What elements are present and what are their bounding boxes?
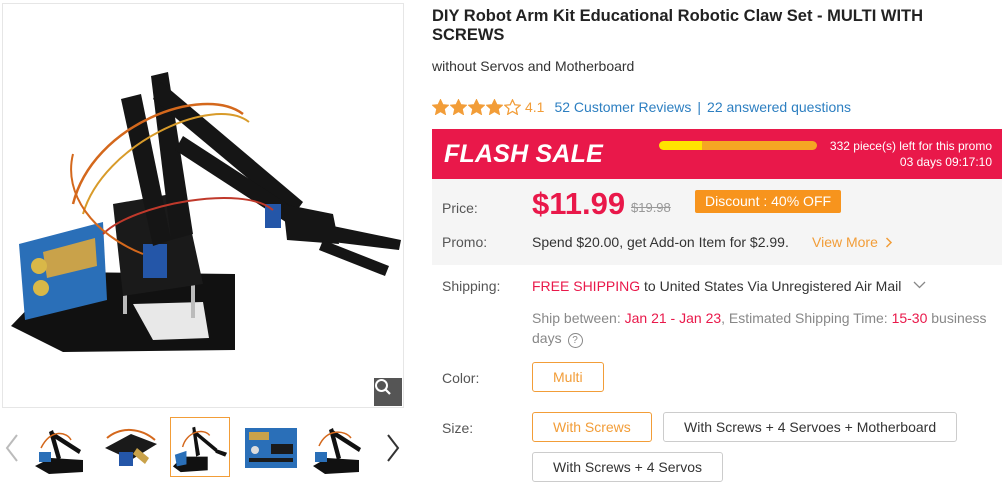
product-subtitle: without Servos and Motherboard bbox=[432, 58, 635, 74]
question-circle-icon[interactable]: ? bbox=[567, 333, 583, 348]
star-filled-icon bbox=[468, 99, 485, 115]
shipping-label: Shipping: bbox=[442, 278, 501, 294]
chevron-right-icon bbox=[387, 434, 400, 462]
thumbnail-image bbox=[245, 428, 297, 468]
thumbnail-image bbox=[172, 426, 228, 473]
flash-sale-label: FLASH SALE bbox=[444, 140, 603, 168]
chevron-right-icon bbox=[885, 237, 892, 248]
stock-progress-bar bbox=[659, 141, 817, 150]
rating-separator: | bbox=[697, 99, 702, 115]
thumbnail-strip bbox=[0, 416, 410, 478]
thumbnail-image bbox=[313, 428, 361, 474]
thumbnail-4[interactable] bbox=[240, 417, 300, 477]
star-filled-icon bbox=[432, 99, 449, 115]
shipping-method-text: to United States Via Unregistered Air Ma… bbox=[640, 278, 902, 294]
main-product-image[interactable] bbox=[2, 3, 404, 408]
star-partial-icon bbox=[504, 99, 521, 115]
size-option-screws-servoes-motherboard[interactable]: With Screws + 4 Servoes + Motherboard bbox=[663, 412, 958, 442]
shipping-method[interactable]: FREE SHIPPING to United States Via Unreg… bbox=[532, 278, 926, 294]
thumbnail-1[interactable] bbox=[30, 417, 90, 477]
size-option-screws-servos[interactable]: With Screws + 4 Servos bbox=[532, 452, 723, 482]
view-more-link[interactable]: View More bbox=[812, 234, 893, 250]
thumbnail-5[interactable] bbox=[308, 417, 368, 477]
stock-progress-fill bbox=[659, 141, 702, 150]
free-shipping-text: FREE SHIPPING bbox=[532, 278, 641, 294]
estimated-time-prefix: , Estimated Shipping Time: bbox=[721, 310, 892, 326]
color-label: Color: bbox=[442, 370, 480, 386]
rating-value: 4.1 bbox=[525, 99, 545, 115]
thumbnail-next-button[interactable] bbox=[381, 428, 405, 468]
thumbnail-image bbox=[35, 430, 83, 474]
shipping-estimate: Ship between: Jan 21 - Jan 23, Estimated… bbox=[532, 308, 997, 348]
star-filled-icon bbox=[450, 99, 467, 115]
color-option-multi[interactable]: Multi bbox=[532, 362, 604, 392]
promo-text: Spend $20.00, get Add-on Item for $2.99. bbox=[532, 234, 789, 250]
thumbnail-2[interactable] bbox=[100, 417, 160, 477]
star-filled-icon bbox=[486, 99, 503, 115]
thumbnail-3[interactable] bbox=[170, 417, 230, 477]
rating-row: 4.1 52 Customer Reviews | 22 answered qu… bbox=[432, 97, 851, 117]
original-price: $19.98 bbox=[631, 200, 671, 215]
product-title: DIY Robot Arm Kit Educational Robotic Cl… bbox=[432, 7, 924, 44]
stock-left-text: 332 piece(s) left for this promo bbox=[829, 139, 992, 153]
view-more-label: View More bbox=[812, 234, 878, 250]
size-label: Size: bbox=[442, 420, 474, 436]
countdown-timer: 03 days 09:17:10 bbox=[899, 155, 992, 169]
customer-reviews-link[interactable]: 52 Customer Reviews bbox=[554, 99, 691, 115]
zoom-button[interactable] bbox=[374, 378, 402, 406]
current-price: $11.99 bbox=[532, 186, 626, 221]
flash-sale-banner: FLASH SALE 332 piece(s) left for this pr… bbox=[432, 129, 1002, 179]
thumbnail-image bbox=[105, 429, 157, 466]
discount-badge: Discount : 40% OFF bbox=[695, 190, 842, 213]
chevron-down-icon[interactable] bbox=[913, 281, 926, 289]
size-option-with-screws[interactable]: With Screws bbox=[532, 412, 652, 442]
estimated-days: 15-30 bbox=[891, 310, 928, 326]
ship-between-prefix: Ship between: bbox=[532, 310, 625, 326]
thumbnail-prev-button[interactable] bbox=[0, 428, 24, 468]
price-label: Price: bbox=[442, 200, 478, 216]
ship-dates: Jan 21 - Jan 23 bbox=[624, 310, 722, 326]
answered-questions-link[interactable]: 22 answered questions bbox=[707, 99, 851, 115]
star-rating bbox=[432, 99, 521, 115]
magnifier-icon bbox=[375, 379, 391, 395]
chevron-left-icon bbox=[5, 434, 18, 462]
promo-label: Promo: bbox=[442, 234, 488, 250]
price-box: Price: $11.99 $19.98 Discount : 40% OFF … bbox=[432, 179, 1002, 265]
robot-arm-illustration bbox=[11, 72, 401, 352]
